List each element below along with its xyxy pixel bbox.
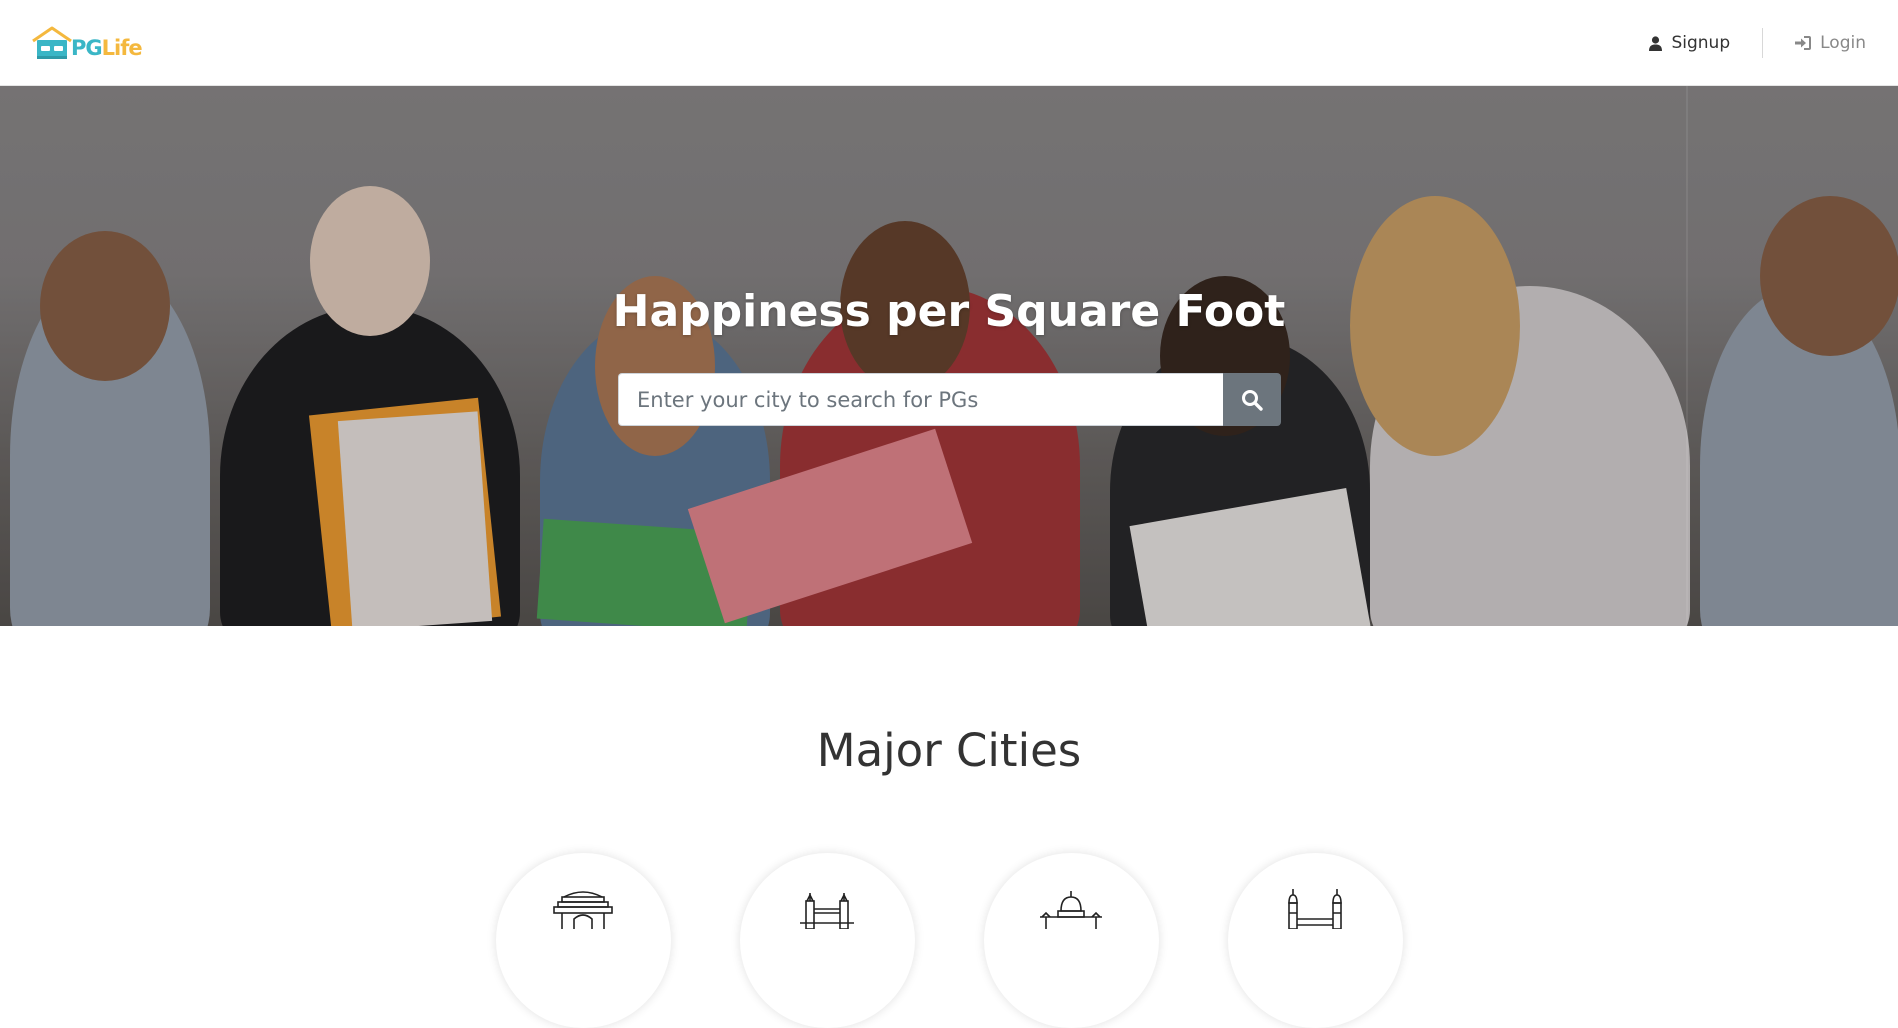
brand-name-life: Life <box>101 36 143 60</box>
hero-overlay <box>0 86 1898 626</box>
hero-title: Happiness per Square Foot <box>612 286 1286 337</box>
signup-label: Signup <box>1671 33 1731 53</box>
nav-links: Signup Login <box>1617 0 1866 86</box>
city-card-hyderabad[interactable] <box>1227 853 1403 1028</box>
hero-image-seam <box>1686 86 1688 626</box>
login-label: Login <box>1820 33 1866 53</box>
bengaluru-dome-icon <box>1036 889 1106 933</box>
city-card-bengaluru[interactable] <box>983 853 1159 1028</box>
house-logo-icon <box>32 26 72 59</box>
brand-name: PGLife <box>71 36 143 60</box>
city-list <box>0 853 1898 1028</box>
sign-in-icon <box>1795 36 1812 50</box>
city-search-form <box>618 373 1281 426</box>
login-link[interactable]: Login <box>1763 33 1866 53</box>
city-card-mumbai[interactable] <box>739 853 915 1028</box>
city-search-input[interactable] <box>618 373 1223 426</box>
navbar: PGLife Signup Login <box>0 0 1898 86</box>
brand-name-pg: PG <box>71 36 103 60</box>
hero-banner: Happiness per Square Foot <box>0 86 1898 626</box>
signup-link[interactable]: Signup <box>1617 33 1762 53</box>
search-icon <box>1241 389 1263 411</box>
brand-logo[interactable]: PGLife <box>31 26 143 60</box>
mumbai-bridge-icon <box>800 889 854 933</box>
delhi-monument-icon <box>550 889 616 933</box>
search-button[interactable] <box>1223 373 1281 426</box>
major-cities-heading: Major Cities <box>816 724 1082 777</box>
hyderabad-charminar-icon <box>1283 889 1347 933</box>
city-card-delhi[interactable] <box>495 853 671 1028</box>
user-icon <box>1649 35 1663 51</box>
